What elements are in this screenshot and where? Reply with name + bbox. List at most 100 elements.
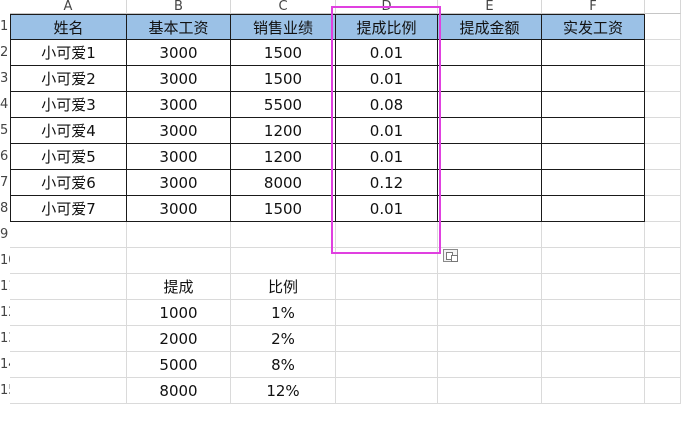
grid-cell[interactable] xyxy=(336,222,438,248)
table-cell[interactable]: 3000 xyxy=(127,92,231,118)
table-cell[interactable]: 3000 xyxy=(127,66,231,92)
grid-cell[interactable] xyxy=(645,170,681,196)
table-cell[interactable]: 小可爱2 xyxy=(10,66,127,92)
grid-cell[interactable] xyxy=(10,222,127,248)
table-cell[interactable] xyxy=(542,66,645,92)
table-cell[interactable]: 3000 xyxy=(127,196,231,222)
grid-cell[interactable] xyxy=(645,248,681,274)
table-cell[interactable]: 小可爱3 xyxy=(10,92,127,118)
row-header-3[interactable]: 3 xyxy=(0,66,10,92)
grid-cell[interactable] xyxy=(542,326,645,352)
grid-cell[interactable] xyxy=(438,378,542,404)
grid-cell[interactable] xyxy=(645,352,681,378)
row-header-15[interactable]: 15 xyxy=(0,378,10,404)
grid-cell[interactable] xyxy=(645,326,681,352)
table-cell[interactable]: 1500 xyxy=(231,66,336,92)
table-header-cell[interactable]: 提成比例 xyxy=(336,14,438,40)
grid-cell[interactable] xyxy=(336,274,438,300)
grid-cell[interactable] xyxy=(542,274,645,300)
grid-cell[interactable] xyxy=(438,352,542,378)
table-cell[interactable]: 小可爱7 xyxy=(10,196,127,222)
table-header-cell[interactable]: 实发工资 xyxy=(542,14,645,40)
table-cell[interactable]: 0.01 xyxy=(336,118,438,144)
table-cell[interactable]: 1200 xyxy=(231,144,336,170)
table-cell[interactable]: 5500 xyxy=(231,92,336,118)
grid-cell[interactable] xyxy=(542,352,645,378)
table-cell[interactable] xyxy=(438,40,542,66)
grid-cell[interactable] xyxy=(542,300,645,326)
grid-cell[interactable] xyxy=(645,66,681,92)
table-cell[interactable]: 小可爱4 xyxy=(10,118,127,144)
grid-cell[interactable] xyxy=(645,222,681,248)
table-cell[interactable]: 3000 xyxy=(127,118,231,144)
row-header-1[interactable]: 1 xyxy=(0,14,10,40)
column-header-c[interactable]: C xyxy=(231,0,336,14)
row-header-5[interactable]: 5 xyxy=(0,118,10,144)
lookup-cell[interactable]: 5000 xyxy=(127,352,231,378)
grid-cell[interactable] xyxy=(127,248,231,274)
table-cell[interactable] xyxy=(438,92,542,118)
column-header-f[interactable]: F xyxy=(542,0,645,14)
grid-cell[interactable] xyxy=(645,274,681,300)
row-header-4[interactable]: 4 xyxy=(0,92,10,118)
row-header-9[interactable]: 9 xyxy=(0,222,10,248)
row-header-10[interactable]: 10 xyxy=(0,248,10,274)
grid-cell[interactable] xyxy=(231,222,336,248)
grid-cell[interactable] xyxy=(10,300,127,326)
grid-cell[interactable] xyxy=(438,300,542,326)
table-cell[interactable]: 小可爱5 xyxy=(10,144,127,170)
lookup-header-cell[interactable]: 比例 xyxy=(231,274,336,300)
grid-cell[interactable] xyxy=(645,14,681,40)
table-cell[interactable]: 小可爱1 xyxy=(10,40,127,66)
grid-cell[interactable] xyxy=(438,326,542,352)
grid-cell[interactable] xyxy=(336,326,438,352)
table-cell[interactable] xyxy=(542,170,645,196)
grid-cell[interactable] xyxy=(336,248,438,274)
grid-cell[interactable] xyxy=(336,300,438,326)
grid-cell[interactable] xyxy=(438,274,542,300)
lookup-cell[interactable]: 2000 xyxy=(127,326,231,352)
row-header-13[interactable]: 13 xyxy=(0,326,10,352)
grid-cell[interactable] xyxy=(231,248,336,274)
grid-cell[interactable] xyxy=(10,352,127,378)
grid-cell[interactable] xyxy=(542,222,645,248)
column-header-d[interactable]: D xyxy=(336,0,438,14)
table-cell[interactable]: 3000 xyxy=(127,170,231,196)
grid-cell[interactable] xyxy=(645,300,681,326)
table-cell[interactable] xyxy=(542,144,645,170)
table-cell[interactable] xyxy=(438,144,542,170)
table-cell[interactable]: 0.01 xyxy=(336,66,438,92)
column-header-a[interactable]: A xyxy=(10,0,127,14)
grid-cell[interactable] xyxy=(10,274,127,300)
table-header-cell[interactable]: 销售业绩 xyxy=(231,14,336,40)
table-cell[interactable]: 1200 xyxy=(231,118,336,144)
table-cell[interactable] xyxy=(438,170,542,196)
table-cell[interactable] xyxy=(438,66,542,92)
row-header-11[interactable]: 11 xyxy=(0,274,10,300)
table-cell[interactable]: 3000 xyxy=(127,144,231,170)
table-cell[interactable]: 0.01 xyxy=(336,196,438,222)
column-header-e[interactable]: E xyxy=(438,0,542,14)
lookup-cell[interactable]: 1% xyxy=(231,300,336,326)
grid-cell[interactable] xyxy=(542,378,645,404)
table-cell[interactable] xyxy=(542,118,645,144)
column-header-b[interactable]: B xyxy=(127,0,231,14)
table-cell[interactable]: 0.08 xyxy=(336,92,438,118)
grid-cell[interactable] xyxy=(336,352,438,378)
table-cell[interactable]: 1500 xyxy=(231,196,336,222)
table-cell[interactable]: 0.01 xyxy=(336,40,438,66)
table-cell[interactable]: 0.01 xyxy=(336,144,438,170)
lookup-cell[interactable]: 8000 xyxy=(127,378,231,404)
row-header-12[interactable]: 12 xyxy=(0,300,10,326)
grid-cell[interactable] xyxy=(645,196,681,222)
grid-cell[interactable] xyxy=(127,222,231,248)
grid-cell[interactable] xyxy=(10,248,127,274)
table-cell[interactable] xyxy=(438,196,542,222)
grid-cell[interactable] xyxy=(645,118,681,144)
grid-cell[interactable] xyxy=(10,326,127,352)
grid-cell[interactable] xyxy=(645,92,681,118)
table-cell[interactable] xyxy=(542,92,645,118)
table-cell[interactable]: 3000 xyxy=(127,40,231,66)
table-cell[interactable] xyxy=(542,196,645,222)
row-header-8[interactable]: 8 xyxy=(0,196,10,222)
